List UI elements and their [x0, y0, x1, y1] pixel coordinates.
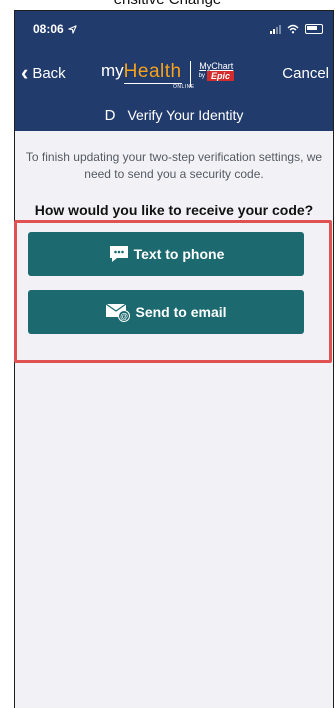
- send-to-email-button[interactable]: @ Send to email: [28, 290, 304, 334]
- status-bar: 08:06: [15, 11, 333, 47]
- text-to-phone-label: Text to phone: [133, 246, 225, 262]
- back-button[interactable]: ‹ Back: [21, 62, 66, 84]
- logo-by: by: [198, 73, 205, 79]
- cancel-button[interactable]: Cancel: [282, 65, 329, 82]
- chat-bubble-icon: [109, 246, 128, 262]
- battery-icon: [305, 24, 323, 34]
- mychart-label: MyChart: [199, 61, 234, 71]
- title-text: Verify Your Identity: [127, 107, 244, 123]
- app-logo: my Health ONLINE MyChart by Epic: [101, 61, 234, 90]
- question-heading: How would you like to receive your code?: [34, 202, 314, 218]
- epic-logo: Epic: [206, 71, 234, 81]
- svg-text:@: @: [121, 312, 129, 321]
- text-to-phone-button[interactable]: Text to phone: [28, 232, 304, 276]
- logo-health: Health: [123, 61, 182, 84]
- send-to-email-label: Send to email: [135, 304, 227, 320]
- page-title: D Verify Your Identity: [15, 99, 333, 131]
- status-time: 08:06: [33, 22, 64, 36]
- page-caption: ensitive Change: [0, 0, 335, 10]
- header: 08:06 ‹ Back my Health ONLINE MyChart by…: [15, 11, 333, 131]
- intro-text: To finish updating your two-step verific…: [25, 150, 323, 181]
- main-content: To finish updating your two-step verific…: [15, 131, 333, 218]
- location-arrow-icon: [68, 24, 77, 34]
- wifi-icon: [287, 24, 299, 34]
- title-letter: D: [104, 106, 116, 124]
- logo-online: ONLINE: [173, 84, 195, 90]
- chevron-left-icon: ‹: [21, 60, 29, 85]
- signal-icon: [270, 24, 281, 34]
- email-at-icon: @: [106, 303, 131, 322]
- mychart-logo: MyChart by Epic: [199, 61, 234, 81]
- logo-my: my: [101, 61, 124, 80]
- nav-bar: ‹ Back my Health ONLINE MyChart by Epic …: [15, 47, 333, 99]
- back-label: Back: [32, 64, 66, 82]
